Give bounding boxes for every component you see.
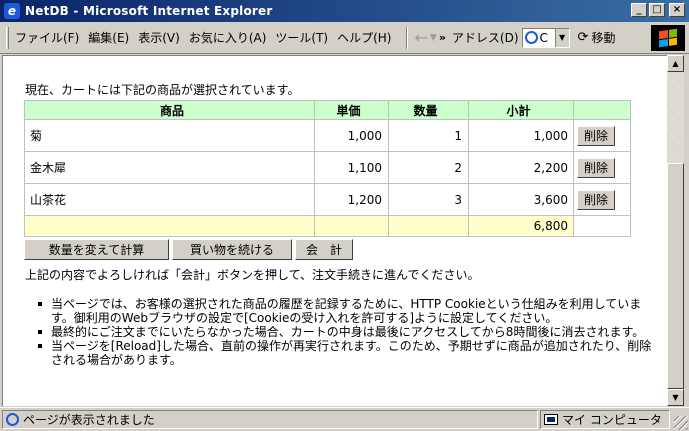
cart-action-buttons: 数量を変えて計算 買い物を続ける 会 計	[24, 239, 356, 260]
total-blank	[314, 215, 389, 237]
zone-panel: マイ コンピュータ	[540, 410, 670, 429]
scroll-down-icon[interactable]: ▼	[667, 389, 684, 406]
status-message-panel: ページが表示されました	[2, 410, 538, 429]
bullet-icon	[38, 302, 42, 306]
subtotal: 3,600	[468, 183, 574, 216]
zone-label: マイ コンピュータ	[562, 413, 662, 427]
status-bar: ページが表示されました マイ コンピュータ	[0, 407, 689, 431]
go-arrow-icon: ⟳	[577, 30, 589, 45]
total-amount: 6,800	[468, 215, 574, 237]
recalculate-button[interactable]: 数量を変えて計算	[24, 239, 169, 260]
note-text: 当ページを[Reload]した場合、直前の操作が再実行されます。このため、予期せ…	[51, 339, 652, 367]
windows-logo-icon	[659, 28, 677, 48]
page-icon	[524, 31, 538, 44]
delete-button[interactable]: 削除	[577, 125, 615, 146]
menu-file[interactable]: ファイル(F)	[15, 29, 79, 46]
window-title: NetDB - Microsoft Internet Explorer	[25, 4, 273, 18]
go-label: 移動	[591, 31, 616, 45]
header-subtotal: 小計	[468, 100, 574, 120]
unit-price: 1,100	[314, 151, 389, 184]
address-field[interactable]: C ▼	[521, 27, 570, 48]
delete-button[interactable]: 削除	[577, 189, 615, 210]
header-quantity: 数量	[388, 100, 469, 120]
subtotal: 2,200	[468, 151, 574, 184]
address-dropdown-icon[interactable]: ▼	[554, 28, 569, 47]
header-price: 単価	[314, 100, 389, 120]
close-button[interactable]: ×	[669, 3, 685, 17]
bullet-icon	[38, 330, 42, 334]
menu-tools[interactable]: ツール(T)	[275, 29, 328, 46]
back-dropdown-icon[interactable]: ▼	[430, 33, 437, 43]
scroll-up-icon[interactable]: ▲	[667, 55, 684, 72]
checkout-instruction: 上記の内容でよろしければ「会計」ボタンを押して、注文手続きに進んでください。	[25, 268, 480, 282]
delete-button[interactable]: 削除	[577, 157, 615, 178]
scroll-thumb[interactable]	[667, 163, 684, 389]
menu-favorites[interactable]: お気に入り(A)	[189, 29, 267, 46]
subtotal: 1,000	[468, 119, 574, 152]
notes-list: 当ページでは、お客様の選択された商品の履歴を記録するために、HTTP Cooki…	[38, 297, 661, 367]
total-row: 6,800	[24, 215, 631, 237]
menu-view[interactable]: 表示(V)	[138, 29, 180, 46]
toolbar-separator	[406, 26, 409, 49]
window-controls: _ □ ×	[629, 3, 685, 17]
total-blank	[573, 215, 631, 237]
header-action	[573, 100, 631, 120]
action-cell: 削除	[573, 151, 631, 184]
back-arrow-icon[interactable]: ←	[414, 28, 427, 47]
unit-price: 1,200	[314, 183, 389, 216]
table-row: 金木犀 1,100 2 2,200 削除	[24, 151, 631, 184]
my-computer-icon	[544, 414, 558, 425]
list-item: 当ページでは、お客様の選択された商品の履歴を記録するために、HTTP Cooki…	[38, 297, 661, 325]
product-name: 金木犀	[24, 151, 315, 184]
table-row: 山茶花 1,200 3 3,600 削除	[24, 183, 631, 216]
unit-price: 1,000	[314, 119, 389, 152]
action-cell: 削除	[573, 183, 631, 216]
menu-bar: ファイル(F) 編集(E) 表示(V) お気に入り(A) ツール(T) ヘルプ(…	[0, 22, 689, 54]
maximize-button[interactable]: □	[649, 3, 665, 17]
page-content: 現在、カートには下記の商品が選択されています。 商品 単価 数量 小計 菊 1,…	[2, 55, 667, 406]
minimize-button[interactable]: _	[631, 3, 647, 17]
resize-grip[interactable]	[674, 416, 688, 430]
list-item: 当ページを[Reload]した場合、直前の操作が再実行されます。このため、予期せ…	[38, 339, 661, 367]
ie-logo-icon: e	[4, 3, 20, 19]
status-message: ページが表示されました	[23, 413, 155, 427]
quantity: 1	[388, 119, 469, 152]
address-label: アドレス(D)	[451, 31, 519, 45]
table-row: 菊 1,000 1 1,000 削除	[24, 119, 631, 152]
toolbar-chevron-icon[interactable]: »	[439, 31, 446, 44]
quantity: 3	[388, 183, 469, 216]
table-header-row: 商品 単価 数量 小計	[24, 100, 631, 120]
toolbar-grip[interactable]	[6, 26, 9, 49]
menu-help[interactable]: ヘルプ(H)	[337, 29, 391, 46]
action-cell: 削除	[573, 119, 631, 152]
vertical-scrollbar[interactable]: ▲ ▼	[667, 55, 684, 406]
page-done-icon	[6, 413, 19, 426]
address-value: C	[539, 30, 548, 45]
continue-shopping-button[interactable]: 買い物を続ける	[172, 239, 292, 260]
list-item: 最終的にご注文までにいたらなかった場合、カートの中身は最後にアクセスしてから8時…	[38, 325, 661, 339]
header-product: 商品	[24, 100, 315, 120]
menu-edit[interactable]: 編集(E)	[88, 29, 129, 46]
note-text: 当ページでは、お客様の選択された商品の履歴を記録するために、HTTP Cooki…	[51, 297, 642, 325]
throbber	[651, 25, 685, 51]
note-text: 最終的にご注文までにいたらなかった場合、カートの中身は最後にアクセスしてから8時…	[51, 325, 645, 339]
total-blank	[24, 215, 315, 237]
total-blank	[388, 215, 469, 237]
bullet-icon	[38, 344, 42, 348]
product-name: 山茶花	[24, 183, 315, 216]
cart-table: 商品 単価 数量 小計 菊 1,000 1 1,000 削除 金木犀 1,100…	[24, 100, 631, 237]
quantity: 2	[388, 151, 469, 184]
go-button[interactable]: ⟳ 移動	[578, 29, 616, 46]
title-bar[interactable]: e NetDB - Microsoft Internet Explorer _ …	[0, 0, 689, 22]
checkout-button[interactable]: 会 計	[295, 239, 353, 260]
cart-intro-text: 現在、カートには下記の商品が選択されています。	[25, 83, 300, 97]
product-name: 菊	[24, 119, 315, 152]
